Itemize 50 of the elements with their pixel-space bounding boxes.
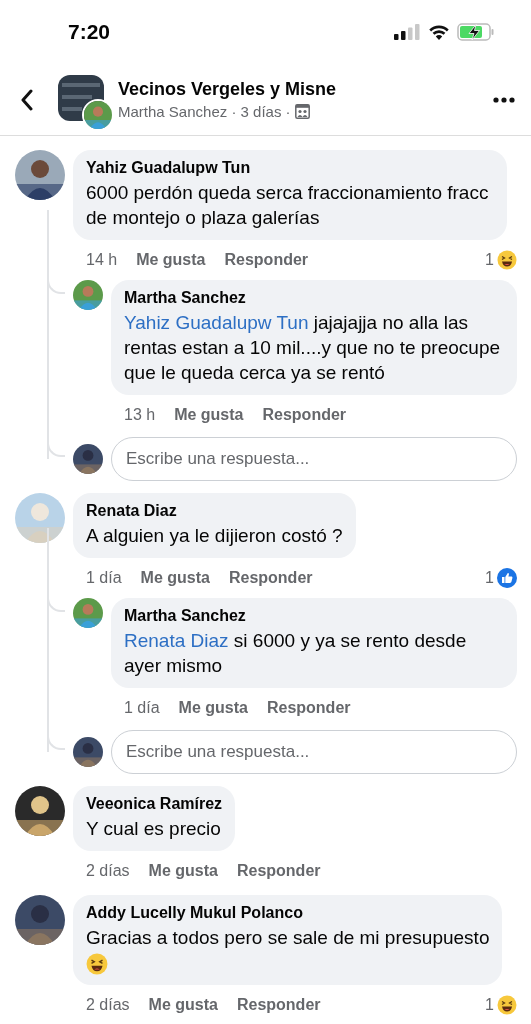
like-button[interactable]: Me gusta [178, 699, 248, 717]
laughing-emoji-icon [497, 995, 517, 1015]
reply-button[interactable]: Responder [228, 569, 313, 587]
mention-link[interactable]: Renata Diaz [124, 630, 229, 651]
wifi-icon [428, 24, 450, 40]
post-author-time: Martha Sanchez · 3 días · [118, 103, 291, 120]
laughing-emoji-icon [86, 953, 108, 975]
comment-text: Renata Diaz si 6000 y ya se rento desde ayer mismo [124, 629, 468, 678]
comment-author: Martha Sanchez [124, 289, 247, 307]
thumbs-up-icon [497, 568, 517, 588]
battery-charging-icon [457, 23, 495, 41]
reaction-count: 1 [485, 569, 494, 587]
comment-text: Yahiz Guadalupw Tun jajajajja no alla las rentas estan a 10 mil....y que no te preocupe que le queda cerca ya se rentó [124, 311, 501, 385]
status-time: 7:20 [68, 20, 111, 44]
reaction-count: 1 [485, 996, 494, 1014]
reaction-count: 1 [485, 251, 494, 269]
reply-button[interactable]: Responder [236, 862, 321, 880]
comment-author: Yahiz Guadalupw Tun [86, 159, 252, 177]
reply-button[interactable]: Responder [266, 699, 351, 717]
comment-time: 13 h [124, 406, 156, 424]
comment-time: 1 día [124, 699, 160, 717]
comment-text: Gracias a todos pero se sale de mi presupuesto [86, 926, 490, 950]
like-button[interactable]: Me gusta [140, 569, 210, 587]
comment-author: Veeonica Ramírez [86, 795, 223, 813]
comment-time: 2 días [86, 862, 130, 880]
reply-button[interactable]: Responder [224, 251, 309, 269]
back-icon [20, 88, 34, 111]
reply-button[interactable]: Responder [262, 406, 347, 424]
reply-input-field[interactable]: Escribe una respuesta... [111, 730, 517, 774]
reply-button[interactable]: Responder [236, 996, 321, 1014]
comment-author: Renata Diaz [86, 502, 178, 520]
comment-text: 6000 perdón queda serca fraccionamiento fracc de montejo o plaza galerías [86, 181, 490, 230]
more-icon [493, 96, 515, 103]
group-audience-icon [294, 104, 310, 119]
group-title: Vecinos Vergeles y Misne [118, 79, 338, 100]
comment-time: 1 día [86, 569, 122, 587]
comment-author: Martha Sanchez [124, 607, 247, 625]
comment-text: Y cual es precio [86, 817, 222, 841]
signal-icon [394, 24, 421, 40]
like-button[interactable]: Me gusta [148, 996, 218, 1014]
laughing-emoji-icon [497, 250, 517, 270]
comment-text: A alguien ya le dijieron costó ? [86, 524, 343, 548]
reply-input-field[interactable]: Escribe una respuesta... [111, 437, 517, 481]
comment-time: 2 días [86, 996, 130, 1014]
like-button[interactable]: Me gusta [136, 251, 206, 269]
like-button[interactable]: Me gusta [148, 862, 218, 880]
comment-author: Addy Lucelly Mukul Polanco [86, 904, 304, 922]
comment-time: 14 h [86, 251, 118, 269]
like-button[interactable]: Me gusta [174, 406, 244, 424]
mention-link[interactable]: Yahiz Guadalupw Tun [124, 312, 309, 333]
